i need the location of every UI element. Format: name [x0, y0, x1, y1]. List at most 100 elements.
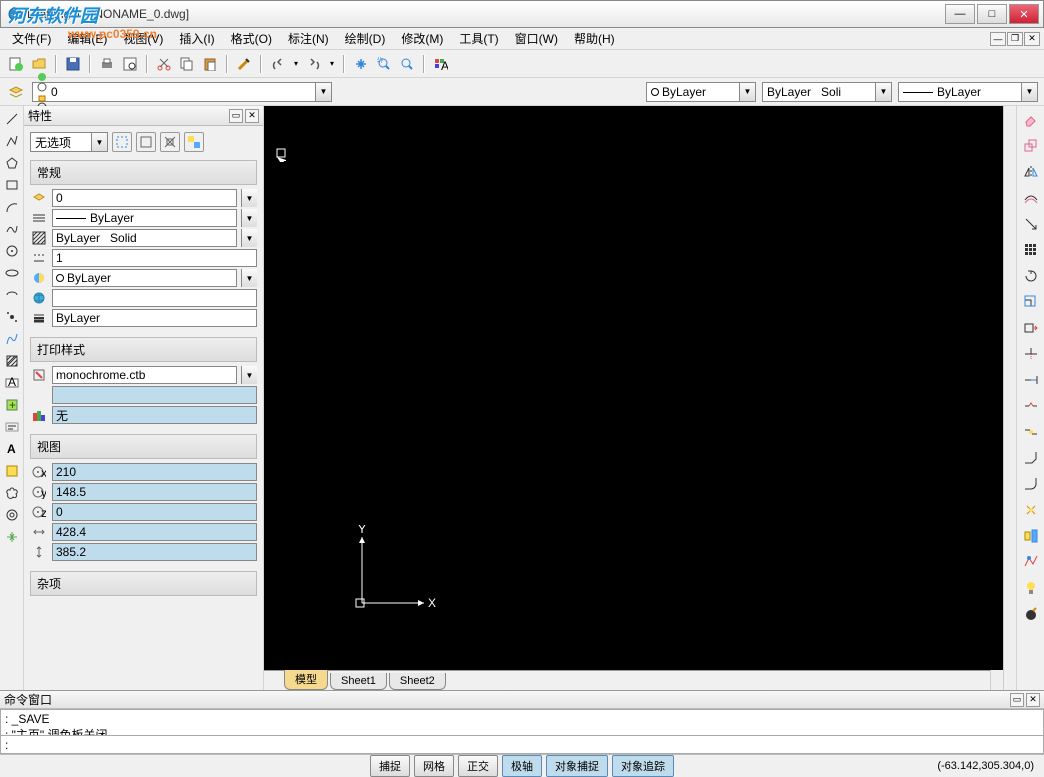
- open-icon[interactable]: [29, 54, 49, 74]
- snap-toggle[interactable]: 捕捉: [370, 755, 410, 777]
- dropdown-icon[interactable]: ▼: [1021, 83, 1037, 101]
- prop-hyperlink-input[interactable]: [52, 289, 257, 307]
- panel-pin-button[interactable]: ▭: [229, 109, 243, 123]
- menu-item[interactable]: 工具(T): [451, 27, 506, 50]
- layers-manager-icon[interactable]: [6, 82, 26, 102]
- cloud-icon[interactable]: [3, 484, 21, 502]
- copy-mod-icon[interactable]: [1021, 136, 1041, 156]
- layer-select[interactable]: 0 ▼: [32, 82, 332, 102]
- menu-item[interactable]: 帮助(H): [566, 27, 623, 50]
- cmd-pin-button[interactable]: ▭: [1010, 693, 1024, 707]
- zoom-icon[interactable]: [397, 54, 417, 74]
- undo-dropdown[interactable]: ▾: [291, 54, 301, 74]
- view-h-field[interactable]: 385.2: [52, 543, 257, 561]
- paste-icon[interactable]: [200, 54, 220, 74]
- color-select[interactable]: ByLayer▼: [646, 82, 756, 102]
- mdi-close-button[interactable]: ✕: [1024, 32, 1040, 46]
- drawing-area[interactable]: X Y: [264, 106, 1003, 670]
- mtext-icon[interactable]: A: [3, 440, 21, 458]
- circle-icon[interactable]: [3, 242, 21, 260]
- dropdown-icon[interactable]: ▼: [875, 83, 891, 101]
- vscroll[interactable]: [1003, 106, 1016, 690]
- cut-icon[interactable]: [154, 54, 174, 74]
- copy-icon[interactable]: [177, 54, 197, 74]
- otrack-toggle[interactable]: 对象追踪: [612, 755, 674, 777]
- ellipse-icon[interactable]: [3, 264, 21, 282]
- tab-sheet2[interactable]: Sheet2: [389, 673, 446, 690]
- line-icon[interactable]: [3, 110, 21, 128]
- explode-icon[interactable]: [1021, 500, 1041, 520]
- point-icon[interactable]: [3, 308, 21, 326]
- hatch-icon[interactable]: [3, 352, 21, 370]
- view-z-field[interactable]: 0: [52, 503, 257, 521]
- extend-icon[interactable]: [1021, 370, 1041, 390]
- sel-tool2-icon[interactable]: [136, 132, 156, 152]
- minimize-button[interactable]: —: [945, 4, 975, 24]
- lineweight-select[interactable]: ByLayer▼: [898, 82, 1038, 102]
- region-icon[interactable]: [3, 462, 21, 480]
- trim-icon[interactable]: [1021, 344, 1041, 364]
- preview-icon[interactable]: [120, 54, 140, 74]
- bomb-icon[interactable]: [1021, 604, 1041, 624]
- undo-icon[interactable]: [268, 54, 288, 74]
- spline2-icon[interactable]: [3, 330, 21, 348]
- insert-icon[interactable]: [3, 528, 21, 546]
- pan-icon[interactable]: [351, 54, 371, 74]
- view-w-field[interactable]: 428.4: [52, 523, 257, 541]
- close-button[interactable]: ✕: [1009, 4, 1039, 24]
- erase-icon[interactable]: [1021, 110, 1041, 130]
- linetype-select[interactable]: ByLayer Soli▼: [762, 82, 892, 102]
- menu-item[interactable]: 绘制(D): [337, 27, 394, 50]
- rectangle-icon[interactable]: [3, 176, 21, 194]
- arc-icon[interactable]: [3, 198, 21, 216]
- rotate-icon[interactable]: [1021, 266, 1041, 286]
- dropdown-icon[interactable]: ▼: [739, 83, 755, 101]
- panel-close-button[interactable]: ✕: [245, 109, 259, 123]
- print-icon[interactable]: [97, 54, 117, 74]
- menu-item[interactable]: 文件(F): [4, 27, 59, 50]
- move-icon[interactable]: [1021, 214, 1041, 234]
- save-icon[interactable]: [63, 54, 83, 74]
- prop-ltype-select[interactable]: ByLayer: [52, 209, 237, 227]
- menu-item[interactable]: 视图(V): [115, 27, 171, 50]
- chamfer-icon[interactable]: [1021, 448, 1041, 468]
- selection-filter[interactable]: 无选项▼: [30, 132, 108, 152]
- menu-item[interactable]: 格式(O): [223, 27, 280, 50]
- offset-icon[interactable]: [1021, 188, 1041, 208]
- sel-tool3-icon[interactable]: [160, 132, 180, 152]
- polyline-icon[interactable]: [3, 132, 21, 150]
- join-icon[interactable]: [1021, 422, 1041, 442]
- prop-pstyle-row2[interactable]: [52, 386, 257, 404]
- ortho-toggle[interactable]: 正交: [458, 755, 498, 777]
- note-icon[interactable]: A: [3, 374, 21, 392]
- polar-toggle[interactable]: 极轴: [502, 755, 542, 777]
- prop-color-select[interactable]: ByLayer: [52, 269, 237, 287]
- menu-item[interactable]: 编辑(E): [59, 27, 115, 50]
- sel-tool4-icon[interactable]: [184, 132, 204, 152]
- cmd-log[interactable]: : _SAVE : "主页" 调色板关闭: [0, 709, 1044, 736]
- prop-layer-select[interactable]: 0: [52, 189, 237, 207]
- ring-icon[interactable]: [3, 506, 21, 524]
- new-icon[interactable]: [6, 54, 26, 74]
- zoom-window-icon[interactable]: [374, 54, 394, 74]
- text-icon[interactable]: [3, 418, 21, 436]
- prop-lweight-field[interactable]: ByLayer: [52, 309, 257, 327]
- prop-ltype2-select[interactable]: ByLayer Solid: [52, 229, 237, 247]
- polygon-icon[interactable]: [3, 154, 21, 172]
- block-icon[interactable]: +: [3, 396, 21, 414]
- light-icon[interactable]: [1021, 578, 1041, 598]
- redo-icon[interactable]: [304, 54, 324, 74]
- osnap-toggle[interactable]: 对象捕捉: [546, 755, 608, 777]
- mdi-minimize-button[interactable]: —: [990, 32, 1006, 46]
- options-icon[interactable]: A: [431, 54, 451, 74]
- cmd-close-button[interactable]: ✕: [1026, 693, 1040, 707]
- prop-ptable-field[interactable]: 无: [52, 406, 257, 424]
- edit-pline-icon[interactable]: [1021, 552, 1041, 572]
- align-icon[interactable]: [1021, 526, 1041, 546]
- match-icon[interactable]: [234, 54, 254, 74]
- menu-item[interactable]: 修改(M): [393, 27, 451, 50]
- dropdown-icon[interactable]: ▼: [315, 83, 331, 101]
- menu-item[interactable]: 插入(I): [171, 27, 222, 50]
- prop-lscale-input[interactable]: 1: [52, 249, 257, 267]
- menu-item[interactable]: 窗口(W): [507, 27, 566, 50]
